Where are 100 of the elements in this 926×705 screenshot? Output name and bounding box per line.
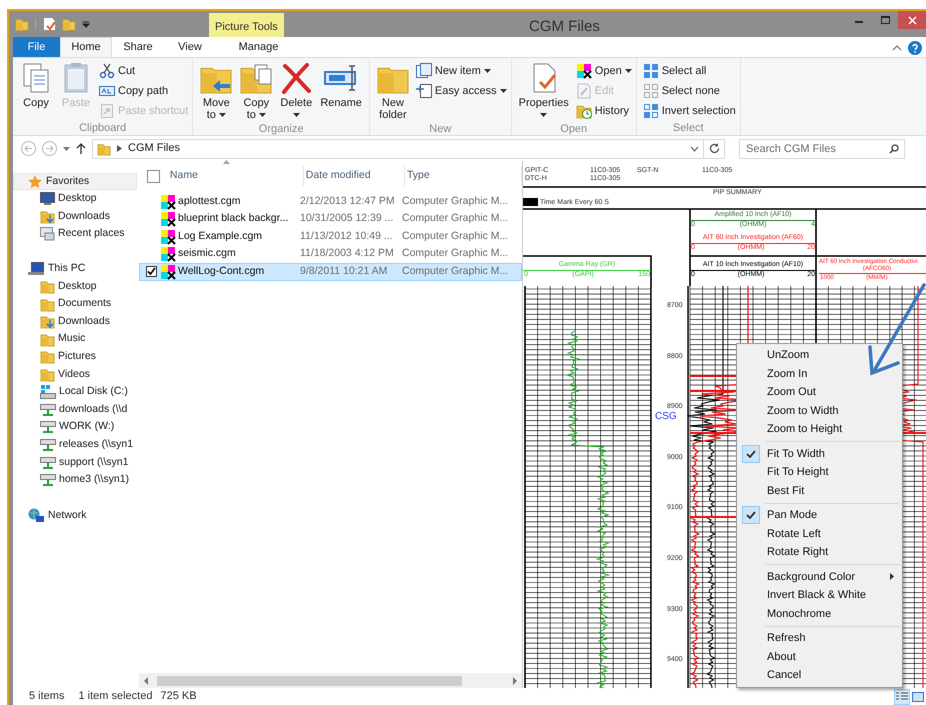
up-arrow-icon (76, 143, 86, 154)
search-icon (889, 144, 899, 154)
ribbon-button[interactable]: Invert selection (642, 102, 736, 120)
ribbon-button[interactable]: Properties (516, 62, 572, 121)
menu-item[interactable]: Pan Mode (737, 506, 902, 524)
menu-item[interactable]: Zoom to Width (737, 402, 902, 420)
large-icons-view-icon (912, 692, 924, 702)
ribbon-button[interactable]: Copy to (237, 62, 276, 121)
group-label: Open (559, 122, 588, 137)
folder-download-icon (40, 208, 55, 224)
ribbon-tab[interactable]: Share (112, 37, 164, 57)
menu-item[interactable]: Best Fit (737, 482, 902, 500)
nav-item[interactable]: Local Disk (C:) (13, 383, 139, 401)
nav-item[interactable]: This PC (13, 260, 137, 278)
ribbon-button[interactable]: Select all (642, 62, 736, 80)
menu-item[interactable]: Fit To Height (737, 463, 902, 482)
menu-item[interactable]: Invert Black & White (737, 586, 902, 604)
menu-item[interactable]: Zoom In (737, 364, 902, 383)
group-label: Organize (258, 122, 304, 137)
address-bar[interactable]: CGM Files (92, 138, 704, 158)
file-row[interactable]: blueprint black backgr... 10/31/2005 12:39 ... Computer Graphic M... (139, 210, 522, 228)
menu-item[interactable]: Rotate Left (737, 524, 902, 543)
menu-item[interactable]: Background Color (737, 568, 902, 586)
nav-item[interactable]: Desktop (13, 190, 139, 208)
table-cell-text: Computer Graphic M... (401, 211, 510, 226)
ribbon-tab[interactable]: View (164, 37, 216, 57)
nav-item[interactable]: Desktop (13, 278, 139, 296)
column-header[interactable]: Date modified (304, 166, 405, 186)
search-field[interactable]: Search CGM Files (739, 138, 905, 158)
ribbon-button[interactable]: Easy access (416, 82, 507, 100)
nav-item[interactable]: support (\\syn1 (13, 454, 139, 472)
menu-item[interactable]: UnZoom (737, 346, 902, 364)
nav-item[interactable]: Documents (13, 295, 139, 313)
group-label: Clipboard (78, 121, 128, 136)
folder-icon (40, 332, 55, 347)
select-all-icon (642, 63, 659, 79)
ribbon-button[interactable]: Select none (642, 82, 736, 100)
caret-icon (258, 113, 266, 118)
cgm-file-icon (576, 63, 592, 79)
nav-item[interactable]: Videos (13, 366, 139, 384)
nav-item[interactable]: Network (13, 506, 137, 524)
ribbon-button[interactable]: Move to (197, 62, 236, 121)
folder-icon (15, 17, 29, 31)
ribbon-button[interactable]: History (576, 102, 632, 120)
folder-icon (40, 296, 55, 312)
ribbon-button[interactable]: Copy (17, 62, 55, 120)
column-header[interactable]: Name (168, 166, 304, 186)
ribbon-button[interactable]: Delete (277, 62, 316, 121)
nav-item[interactable]: Pictures (13, 348, 139, 366)
file-row[interactable]: seismic.cgm 11/18/2003 4:12 PM Computer Graphic M... (139, 246, 522, 263)
checkbox[interactable] (147, 170, 160, 182)
menu-item[interactable]: Refresh (737, 629, 902, 648)
table-cell-text: Computer Graphic M... (401, 194, 510, 209)
star-icon (28, 174, 42, 188)
nav-item[interactable]: downloads (\\d (13, 400, 139, 419)
table-cell-text: 9/8/2011 10:21 AM (299, 264, 388, 279)
scrollbar[interactable] (139, 673, 522, 688)
back-icon (21, 141, 36, 156)
menu-item[interactable]: Monochrome (737, 604, 902, 623)
refresh-button[interactable] (703, 138, 725, 158)
ribbon-tab[interactable]: Home (60, 37, 112, 57)
nav-item[interactable]: Favorites (13, 173, 137, 190)
table-cell-text: 2/12/2013 12:47 PM (299, 194, 396, 209)
ribbon-button[interactable]: Rename (317, 62, 365, 121)
menu-item[interactable]: About (737, 648, 902, 666)
nav-item[interactable]: WORK (W:) (13, 418, 139, 436)
ribbon-tab[interactable]: Manage (226, 37, 291, 57)
table-cell-text: 11/18/2003 4:12 PM (299, 246, 395, 262)
ribbon-button[interactable]: New item (416, 62, 507, 80)
menu-item[interactable]: Zoom to Height (737, 420, 902, 438)
menu-item[interactable]: Cancel (737, 666, 902, 684)
window-title: CGM Files (529, 17, 600, 37)
ribbon-button[interactable]: New folder (374, 62, 412, 121)
ribbon-button[interactable]: Copy path (99, 82, 188, 100)
menu-item[interactable]: Rotate Right (737, 543, 902, 562)
network-drive-icon (40, 420, 56, 434)
menu-item[interactable]: Zoom Out (737, 383, 902, 402)
nav-item[interactable]: Downloads (13, 208, 139, 226)
close-button[interactable] (898, 11, 926, 29)
nav-item[interactable]: Recent places (13, 225, 139, 243)
file-name: seismic.cgm (178, 246, 236, 262)
history-icon (576, 103, 592, 119)
menu-item[interactable]: Fit To Width (737, 444, 902, 463)
file-row[interactable]: Log Example.cgm 11/13/2012 10:49 ... Computer Graphic M... (139, 228, 522, 246)
scrollbar-thumb[interactable] (157, 676, 462, 686)
table-cell-text: 10/31/2005 12:39 ... (299, 211, 394, 226)
nav-item[interactable]: releases (\\syn1 (13, 436, 139, 454)
nav-item[interactable]: Downloads (13, 312, 139, 331)
file-name: WellLog-Cont.cgm (178, 264, 264, 279)
nav-item[interactable]: home3 (\\syn1) (13, 471, 139, 489)
ribbon-button[interactable]: Cut (99, 62, 188, 80)
file-row[interactable]: aplottest.cgm 2/12/2013 12:47 PM Computer Graphic M... (139, 193, 522, 210)
file-row[interactable]: WellLog-Cont.cgm 9/8/2011 10:21 AM Computer Graphic M... (139, 263, 522, 280)
view-button[interactable] (894, 688, 910, 704)
ribbon-tab[interactable]: File (13, 37, 60, 57)
ribbon-button[interactable]: Open (576, 62, 632, 80)
dropdown-icon (82, 20, 90, 28)
dropdown-icon (690, 146, 699, 152)
log-marker-label: CSG (655, 413, 677, 421)
nav-item[interactable]: Music (13, 330, 139, 348)
